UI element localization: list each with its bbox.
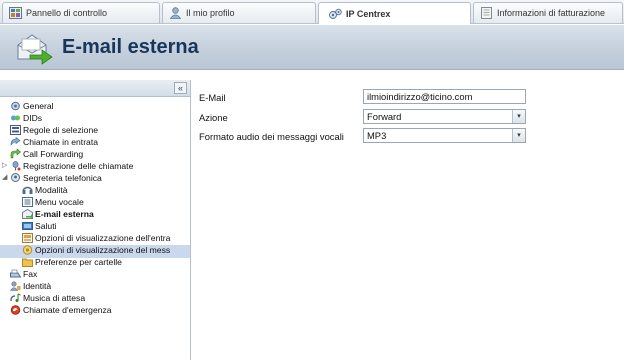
top-tab-bar: Pannello di controllo Il mio profilo IP … xyxy=(0,0,624,24)
expand-arrow-icon[interactable]: ▷ xyxy=(2,161,7,169)
email-label: E-Mail xyxy=(199,91,226,103)
hold-music-icon xyxy=(10,293,21,303)
email-forward-icon xyxy=(14,31,54,65)
tree-item-fax[interactable]: Fax xyxy=(10,268,37,279)
tree-item-voice-menu[interactable]: Menu vocale xyxy=(22,196,84,207)
page-header: E-mail esterna xyxy=(0,25,624,70)
message-view-options-icon xyxy=(22,244,33,255)
external-email-icon xyxy=(22,208,33,219)
tree-item-emergency-calls[interactable]: Chiamate d'emergenza xyxy=(10,304,112,315)
voicemail-icon xyxy=(10,172,21,183)
tree-item-mode[interactable]: Modalità xyxy=(22,184,67,195)
tab-my-profile[interactable]: Il mio profilo xyxy=(162,2,316,23)
tree-item-voicemail[interactable]: Segreteria telefonica xyxy=(10,172,102,183)
collapse-sidebar-button[interactable]: « xyxy=(174,82,187,94)
audio-format-select[interactable]: MP3 ▾ xyxy=(363,128,526,143)
folder-preferences-icon xyxy=(22,257,33,267)
chevron-down-icon[interactable]: ▾ xyxy=(512,129,525,142)
tree-item-message-view-options[interactable]: Opzioni di visualizzazione del mess xyxy=(22,244,170,255)
tree-item-call-recording[interactable]: Registrazione delle chiamate xyxy=(10,160,133,171)
action-select-value: Forward xyxy=(367,111,402,122)
emergency-calls-icon xyxy=(10,304,21,315)
tree-item-identity[interactable]: Identità xyxy=(9,280,51,291)
billing-icon xyxy=(480,7,493,19)
tree-item-folder-preferences[interactable]: Preferenze per cartelle xyxy=(22,256,122,267)
sidebar-tree-panel: « General DIDs Regole di selezione Chiam… xyxy=(0,80,191,360)
fax-icon xyxy=(10,269,22,279)
tab-control-panel[interactable]: Pannello di controllo xyxy=(2,2,160,23)
rules-icon xyxy=(10,124,21,135)
dids-icon xyxy=(10,113,21,123)
collapse-arrow-icon[interactable]: ◢ xyxy=(2,173,7,181)
ip-centrex-icon xyxy=(329,8,342,20)
tree-item-hold-music[interactable]: Musica di attesa xyxy=(10,292,85,303)
sidebar-header: « xyxy=(0,80,190,97)
control-panel-icon xyxy=(9,7,22,19)
profile-icon xyxy=(169,7,182,19)
tree-item-call-forwarding[interactable]: Call Forwarding xyxy=(10,147,83,159)
call-forwarding-icon xyxy=(10,147,21,159)
identity-icon xyxy=(9,280,21,291)
email-field[interactable]: ilmioindirizzo@ticino.com xyxy=(363,89,526,104)
tab-ip-centrex[interactable]: IP Centrex xyxy=(318,2,471,24)
tree-item-dids[interactable]: DIDs xyxy=(10,112,42,123)
audio-format-select-value: MP3 xyxy=(367,130,387,141)
tree-item-inbox-view-options[interactable]: Opzioni di visualizzazione dell'entra xyxy=(22,232,170,243)
general-icon xyxy=(10,101,21,111)
action-label: Azione xyxy=(199,111,228,123)
mode-icon xyxy=(22,185,33,195)
tab-billing-info[interactable]: Informazioni di fatturazione xyxy=(473,2,623,23)
external-email-form: E-Mail ilmioindirizzo@ticino.com Azione … xyxy=(191,80,624,360)
tree-item-greetings[interactable]: Saluti xyxy=(22,220,57,231)
tree-item-selection-rules[interactable]: Regole di selezione xyxy=(10,124,98,135)
tree-item-general[interactable]: General xyxy=(10,100,54,111)
chevron-down-icon[interactable]: ▾ xyxy=(512,110,525,123)
greetings-icon xyxy=(22,221,33,231)
action-select[interactable]: Forward ▾ xyxy=(363,109,526,124)
page-title: E-mail esterna xyxy=(62,36,199,58)
tree-item-external-email[interactable]: E-mail esterna xyxy=(22,208,94,219)
inbox-view-options-icon xyxy=(22,232,33,243)
voice-menu-icon xyxy=(22,196,33,207)
audio-format-label: Formato audio dei messaggi vocali xyxy=(199,130,344,142)
call-recording-icon xyxy=(10,160,21,171)
tree-item-incoming-calls[interactable]: Chiamate in entrata xyxy=(10,136,98,147)
incoming-calls-icon xyxy=(10,136,21,147)
